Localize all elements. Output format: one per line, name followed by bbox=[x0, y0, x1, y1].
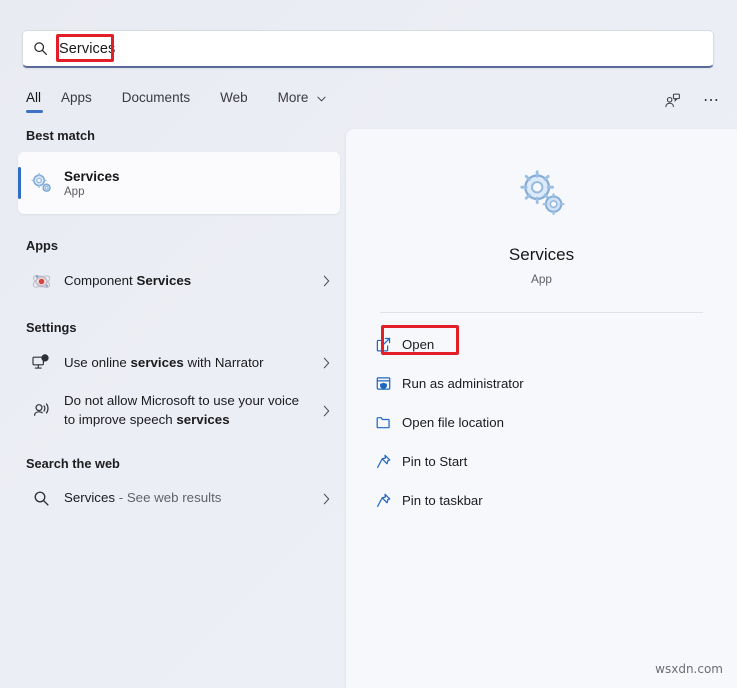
label-bold: Services bbox=[136, 272, 192, 288]
list-item-speech-services-privacy[interactable]: Do not allow Microsoft to use your voice… bbox=[18, 388, 340, 434]
action-pin-to-start-label: Pin to Start bbox=[402, 453, 468, 469]
action-open-file-location-label: Open file location bbox=[402, 414, 504, 430]
chevron-down-icon bbox=[317, 90, 326, 105]
tab-all[interactable]: All bbox=[26, 86, 47, 117]
list-item-label: Services - See web results bbox=[64, 489, 312, 508]
list-item-label: Use online services with Narrator bbox=[64, 354, 312, 373]
action-run-as-administrator-label: Run as administrator bbox=[402, 375, 524, 391]
list-item-narrator-online-services[interactable]: Use online services with Narrator bbox=[18, 344, 340, 382]
list-item-web-search-services[interactable]: Services - See web results bbox=[18, 480, 340, 518]
search-icon bbox=[18, 490, 64, 507]
chevron-right-icon[interactable] bbox=[312, 275, 330, 287]
label-prefix: Services bbox=[64, 490, 115, 506]
search-the-web-heading: Search the web bbox=[26, 455, 120, 471]
list-item-label: Component Services bbox=[64, 272, 312, 291]
settings-heading: Settings bbox=[26, 320, 77, 335]
tab-apps-label: Apps bbox=[61, 90, 92, 105]
best-match-title: Services bbox=[64, 168, 120, 184]
tab-apps[interactable]: Apps bbox=[61, 86, 108, 117]
search-input-value[interactable]: Services bbox=[57, 41, 115, 57]
preview-app-type: App bbox=[531, 272, 552, 286]
preview-divider bbox=[380, 312, 703, 313]
action-pin-to-taskbar[interactable]: Pin to taskbar bbox=[364, 485, 737, 515]
label-suffix: with Narrator bbox=[183, 354, 264, 370]
tab-all-label: All bbox=[26, 90, 42, 105]
search-box[interactable]: Services bbox=[22, 30, 714, 68]
tab-more[interactable]: More bbox=[278, 86, 343, 117]
action-pin-to-taskbar-label: Pin to taskbar bbox=[402, 492, 483, 508]
windows-search-flyout: Services All Apps Documents Web More ⋯ B… bbox=[0, 0, 737, 688]
shield-window-icon bbox=[364, 375, 402, 392]
filter-tabs: All Apps Documents Web More bbox=[26, 86, 356, 117]
chevron-right-icon[interactable] bbox=[312, 493, 330, 505]
tab-documents-label: Documents bbox=[121, 90, 191, 105]
action-run-as-administrator[interactable]: Run as administrator bbox=[364, 368, 737, 398]
header-tools: ⋯ bbox=[659, 88, 721, 114]
tab-web-label: Web bbox=[220, 90, 248, 105]
narrator-monitor-icon bbox=[18, 353, 64, 373]
action-open-label: Open bbox=[402, 336, 435, 352]
label-suffix: - See web results bbox=[115, 490, 222, 506]
best-match-item-services[interactable]: Services App bbox=[18, 152, 340, 214]
action-open-file-location[interactable]: Open file location bbox=[364, 407, 737, 437]
apps-heading: Apps bbox=[26, 238, 58, 253]
preview-app-name: Services bbox=[508, 245, 575, 264]
tab-web[interactable]: Web bbox=[220, 86, 264, 117]
folder-icon bbox=[364, 414, 402, 431]
search-icon bbox=[23, 41, 57, 56]
feedback-person-icon[interactable] bbox=[659, 88, 685, 114]
list-item-label: Do not allow Microsoft to use your voice… bbox=[64, 392, 312, 430]
open-external-icon bbox=[364, 336, 402, 353]
list-item-component-services[interactable]: Component Services bbox=[18, 262, 340, 300]
label-bold: services bbox=[130, 354, 184, 370]
preview-actions: Open Run as administrator Open file loca… bbox=[346, 325, 737, 515]
pin-icon bbox=[364, 492, 402, 509]
ellipsis-icon[interactable]: ⋯ bbox=[703, 93, 721, 109]
component-services-icon bbox=[18, 271, 64, 292]
label-prefix: Use online bbox=[64, 354, 131, 370]
action-pin-to-start[interactable]: Pin to Start bbox=[364, 446, 737, 476]
watermark: wsxdn.com bbox=[655, 662, 723, 676]
services-gears-icon bbox=[346, 167, 737, 221]
action-open[interactable]: Open bbox=[364, 329, 737, 359]
label-prefix: Component bbox=[64, 272, 137, 288]
label-bold: services bbox=[176, 411, 230, 427]
chevron-right-icon[interactable] bbox=[312, 357, 330, 369]
services-gears-icon bbox=[18, 171, 64, 196]
chevron-right-icon[interactable] bbox=[312, 405, 330, 417]
best-match-heading: Best match bbox=[26, 128, 95, 143]
pin-icon bbox=[364, 453, 402, 470]
tab-documents[interactable]: Documents bbox=[122, 86, 206, 117]
results-list: Best match Services App Apps Component S… bbox=[0, 128, 346, 688]
speech-voice-icon bbox=[18, 400, 64, 421]
tab-more-label: More bbox=[277, 90, 309, 105]
best-match-subtitle: App bbox=[64, 185, 85, 198]
preview-panel: Services App Open Run as administrator O… bbox=[346, 129, 737, 688]
